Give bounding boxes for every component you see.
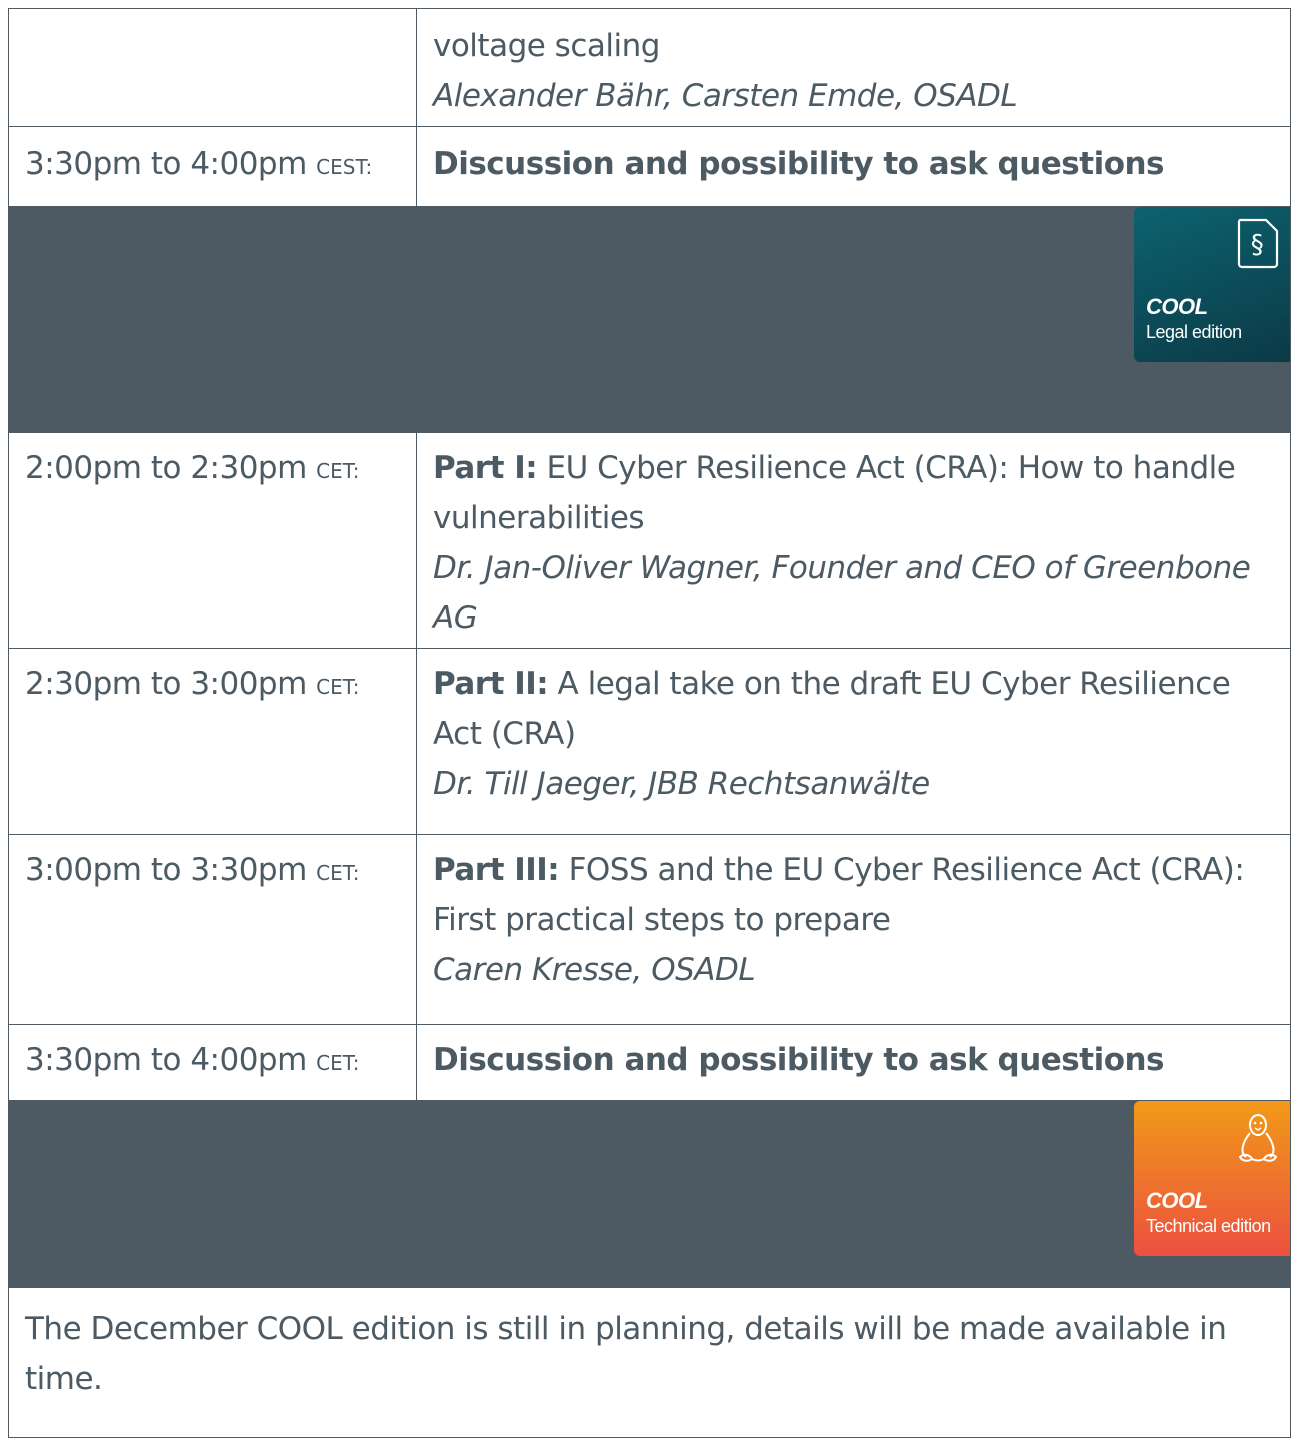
planning-note: The December COOL edition is still in pl… bbox=[25, 1311, 1227, 1397]
timezone-label: CET: bbox=[316, 1051, 360, 1075]
time-cell bbox=[8, 8, 417, 127]
session-cell: Part III: FOSS and the EU Cyber Resilien… bbox=[416, 834, 1291, 1025]
planning-note-cell: The December COOL edition is still in pl… bbox=[8, 1287, 1291, 1438]
edition-date-timezone: CET bbox=[706, 372, 739, 391]
edition-date-text: Wednesday, December 13, 2023, 2pm to 4pm bbox=[25, 1212, 696, 1243]
table-row: 2:30pm to 3:00pm CET: Part II: A legal t… bbox=[8, 648, 1291, 835]
edition-title: EU Cyber Resilience Act (CRA) - Current … bbox=[25, 272, 1087, 356]
badge-brand: COOL bbox=[1146, 1188, 1208, 1213]
svg-text:§: § bbox=[1251, 230, 1264, 260]
paragraph-document-icon: § bbox=[1237, 218, 1279, 269]
timezone-label: CET: bbox=[316, 861, 360, 885]
part-label: Part II: bbox=[433, 666, 549, 702]
session-title: voltage scaling bbox=[433, 28, 660, 64]
table-row: 3:00pm to 3:30pm CET: Part III: FOSS and… bbox=[8, 834, 1291, 1025]
edition-title: Edge computing in theory and practice (i… bbox=[25, 1166, 975, 1205]
session-cell: Part I: EU Cyber Resilience Act (CRA): H… bbox=[416, 432, 1291, 649]
session-cell: Part II: A legal take on the draft EU Cy… bbox=[416, 648, 1291, 835]
edition-header-cell: COOL November 2023 edition EU Cyber Resi… bbox=[8, 206, 1291, 433]
penguin-icon bbox=[1238, 1114, 1278, 1162]
time-cell: 3:00pm to 3:30pm CET: bbox=[8, 834, 417, 1025]
part-label: Part III: bbox=[433, 852, 560, 888]
session-title: A legal take on the draft EU Cyber Resil… bbox=[433, 666, 1231, 752]
session-title: Discussion and possibility to ask questi… bbox=[433, 146, 1165, 182]
table-row: 2:00pm to 2:30pm CET: Part I: EU Cyber R… bbox=[8, 432, 1291, 649]
time-range: 2:30pm to 3:00pm bbox=[25, 666, 307, 702]
edition-header-cell: COOL December 2023 edition Edge computin… bbox=[8, 1100, 1291, 1288]
table-row: 3:30pm to 4:00pm CEST: Discussion and po… bbox=[8, 126, 1291, 207]
session-speaker: Dr. Jan-Oliver Wagner, Founder and CEO o… bbox=[433, 550, 1251, 636]
edition-date: Wednesday, December 13, 2023, 2pm to 4pm… bbox=[25, 1208, 1274, 1251]
time-range: 2:00pm to 2:30pm bbox=[25, 450, 307, 486]
time-range: 3:30pm to 4:00pm bbox=[25, 1042, 307, 1078]
timezone-label: CEST: bbox=[316, 155, 373, 179]
table-row: 3:30pm to 4:00pm CET: Discussion and pos… bbox=[8, 1024, 1291, 1101]
time-cell: 2:00pm to 2:30pm CET: bbox=[8, 432, 417, 649]
table-row: The December COOL edition is still in pl… bbox=[8, 1287, 1291, 1438]
badge-label: Legal edition bbox=[1146, 322, 1242, 342]
part-label: Part I: bbox=[433, 450, 538, 486]
timezone-label: CET: bbox=[316, 459, 360, 483]
edition-header-december: COOL December 2023 edition Edge computin… bbox=[8, 1100, 1291, 1288]
edition-header-november: COOL November 2023 edition EU Cyber Resi… bbox=[8, 206, 1291, 433]
technical-edition-badge: COOL Technical edition bbox=[1134, 1101, 1290, 1256]
session-cell: Discussion and possibility to ask questi… bbox=[416, 1024, 1291, 1101]
time-cell: 3:30pm to 4:00pm CEST: bbox=[8, 126, 417, 207]
legal-edition-badge: § COOL Legal edition bbox=[1134, 207, 1290, 362]
timezone-label: CET: bbox=[316, 675, 360, 699]
time-range: 3:30pm to 4:00pm bbox=[25, 146, 307, 182]
session-cell: voltage scaling Alexander Bähr, Carsten … bbox=[416, 8, 1291, 127]
badge-brand: COOL bbox=[1146, 294, 1208, 319]
time-range: 3:00pm to 3:30pm bbox=[25, 852, 307, 888]
table-row: voltage scaling Alexander Bähr, Carsten … bbox=[8, 8, 1291, 127]
edition-date-timezone: CET bbox=[704, 1221, 737, 1240]
schedule-page: voltage scaling Alexander Bähr, Carsten … bbox=[0, 0, 1291, 1438]
schedule-table: voltage scaling Alexander Bähr, Carsten … bbox=[8, 8, 1291, 1438]
session-speaker: Alexander Bähr, Carsten Emde, OSADL bbox=[433, 78, 1018, 114]
edition-name: COOL December 2023 edition bbox=[25, 1125, 493, 1159]
session-title: EU Cyber Resilience Act (CRA): How to ha… bbox=[433, 450, 1236, 536]
session-title: Discussion and possibility to ask questi… bbox=[433, 1042, 1165, 1078]
session-cell: Discussion and possibility to ask questi… bbox=[416, 126, 1291, 207]
session-speaker: Dr. Till Jaeger, JBB Rechtsanwälte bbox=[433, 766, 930, 802]
time-cell: 3:30pm to 4:00pm CET: bbox=[8, 1024, 417, 1101]
session-speaker: Caren Kresse, OSADL bbox=[433, 952, 756, 988]
time-cell: 2:30pm to 3:00pm CET: bbox=[8, 648, 417, 835]
edition-date: Wednesday, November 22, 2023, 2pm to 4pm… bbox=[25, 359, 1274, 402]
badge-label: Technical edition bbox=[1146, 1216, 1271, 1236]
edition-name: COOL November 2023 edition bbox=[25, 231, 495, 265]
edition-date-text: Wednesday, November 22, 2023, 2pm to 4pm bbox=[25, 363, 698, 394]
